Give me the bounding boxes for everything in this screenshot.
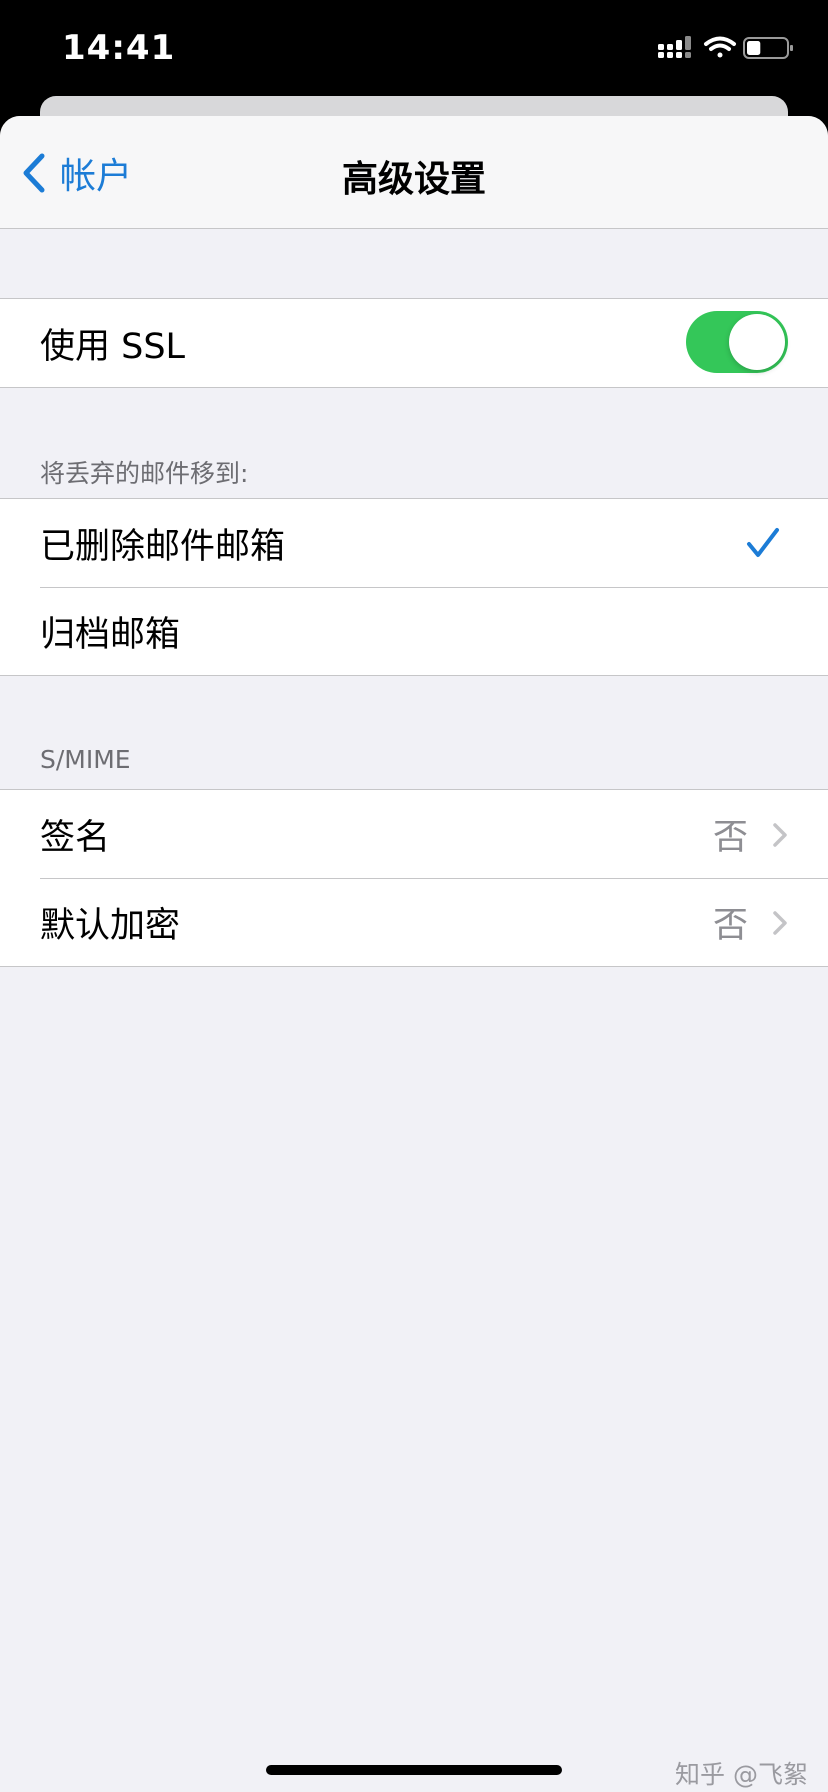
discard-option-label: 归档邮箱 (40, 614, 181, 655)
smime-sign-label: 签名 (40, 817, 111, 858)
smime-encrypt-value: 否 (712, 905, 748, 946)
smime-section-header: S/MIME (40, 745, 131, 774)
home-indicator[interactable] (266, 1765, 562, 1775)
ssl-group: 使用 SSL (0, 298, 828, 388)
discard-options-group: 已删除邮件邮箱 归档邮箱 (0, 498, 828, 676)
watermark: 知乎 @飞絮 (675, 1760, 808, 1789)
discard-option-label: 已删除邮件邮箱 (40, 526, 286, 567)
chevron-right-icon (773, 823, 787, 847)
checkmark-icon (747, 528, 779, 557)
smime-group: 签名 否 默认加密 否 (0, 789, 828, 967)
ssl-toggle[interactable] (686, 311, 788, 373)
status-bar: 14:41 (0, 0, 828, 100)
smime-encrypt-label: 默认加密 (40, 905, 181, 946)
chevron-right-icon (773, 911, 787, 935)
settings-sheet: 帐户 高级设置 使用 SSL 将丢弃的邮件移到: 已删除邮件邮箱 归档邮箱 S/… (0, 116, 828, 1792)
status-icons (658, 36, 798, 66)
discard-section-header: 将丢弃的邮件移到: (40, 459, 249, 488)
discard-option-archive-mailbox[interactable]: 归档邮箱 (0, 587, 828, 675)
wifi-icon (704, 36, 736, 58)
navigation-bar: 帐户 高级设置 (0, 116, 828, 229)
smime-row-encrypt[interactable]: 默认加密 否 (0, 878, 828, 966)
smime-sign-value: 否 (712, 817, 748, 858)
toggle-knob (729, 314, 785, 370)
smime-row-sign[interactable]: 签名 否 (0, 790, 828, 878)
ssl-row: 使用 SSL (0, 299, 828, 387)
page-title: 高级设置 (341, 159, 486, 200)
ssl-label: 使用 SSL (40, 326, 186, 367)
status-time: 14:41 (62, 28, 176, 68)
battery-icon (743, 37, 793, 59)
cellular-signal-icon (658, 36, 691, 58)
discard-option-deleted-mailbox[interactable]: 已删除邮件邮箱 (0, 499, 828, 587)
